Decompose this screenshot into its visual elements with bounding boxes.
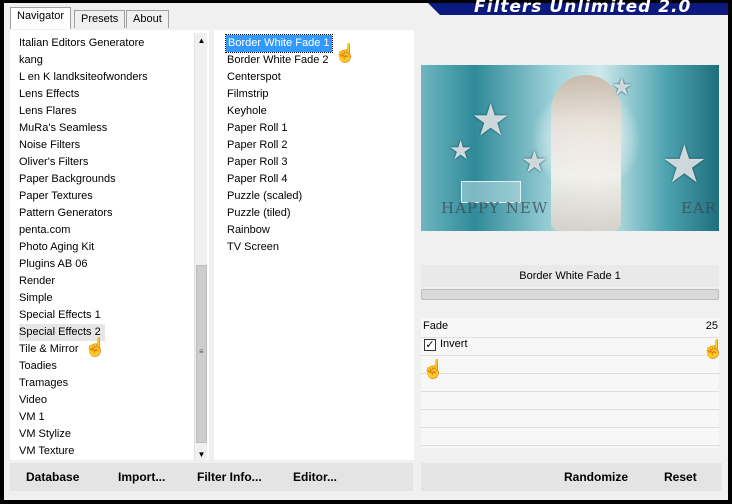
scroll-down-icon[interactable]: ▼ [197,450,206,459]
hand-cursor-icon: ☝ [422,359,445,379]
grip-icon: ≡ [199,347,204,356]
preview-text-right: EAR [681,199,718,217]
invert-label[interactable]: Invert [440,338,468,350]
divider [421,355,719,356]
hand-cursor-icon: ☝ [334,43,357,63]
star-icon: ★ [661,136,708,194]
star-icon: ★ [449,135,473,165]
fade-label: Fade [423,320,449,332]
filter-item[interactable]: Filmstrip [227,86,269,103]
divider [421,391,719,392]
category-item[interactable]: Paper Backgrounds [19,171,116,188]
filter-item[interactable]: Centerspot [227,69,281,86]
progress-bar [421,289,719,300]
scrollbar-thumb[interactable]: ≡ [196,265,207,443]
category-item[interactable]: Video [19,392,47,409]
category-item[interactable]: kang [19,52,43,69]
category-item[interactable]: Paper Textures [19,188,93,205]
category-item[interactable]: VM 1 [19,409,45,426]
category-list[interactable]: Italian Editors Generatore kang L en K lan… [10,30,209,460]
star-icon: ★ [521,146,548,179]
editor-button[interactable]: Editor... [293,470,337,484]
filter-item[interactable]: Border White Fade 1 [225,34,333,53]
filter-item[interactable]: Paper Roll 4 [227,171,288,188]
filters-unlimited-window: Filters Unlimited 2.0 Navigator Presets … [4,0,728,500]
filter-item[interactable]: TV Screen [227,239,279,256]
filter-info-button[interactable]: Filter Info... [197,470,262,484]
filter-item[interactable]: Puzzle (tiled) [227,205,291,222]
category-item[interactable]: Toadies [19,358,57,375]
tab-about[interactable]: About [126,10,169,28]
filter-settings-title: Border White Fade 1 [421,265,719,287]
hand-cursor-icon: ☝ [84,337,107,357]
tab-navigator[interactable]: Navigator [10,7,72,29]
filter-item[interactable]: Paper Roll 2 [227,137,288,154]
category-item[interactable]: Italian Editors Generatore [19,35,144,52]
category-item[interactable]: Pattern Generators [19,205,113,222]
category-item[interactable]: Lens Effects [19,86,79,103]
filter-item[interactable]: Keyhole [227,103,267,120]
category-scrollbar[interactable]: ▲ ≡ ▼ [194,33,207,461]
woman-figure [551,75,621,231]
category-item[interactable]: L en K landksiteofwonders [19,69,148,86]
star-icon: ★ [471,96,511,145]
category-item[interactable]: VM Stylize [19,426,71,443]
category-item[interactable]: Plugins AB 06 [19,256,88,273]
preview-image: ★ ★ ★ ★ ★ HAPPY NEW EAR [421,65,719,231]
scroll-up-icon[interactable]: ▲ [197,36,206,45]
category-item[interactable]: Tile & Mirror [19,341,78,358]
category-item[interactable]: Simple [19,290,53,307]
hand-cursor-icon: ☝ [702,339,725,359]
divider [421,409,719,410]
filter-item[interactable]: Paper Roll 3 [227,154,288,171]
database-button[interactable]: Database [26,470,79,484]
tab-presets[interactable]: Presets [74,10,126,28]
divider [421,427,719,428]
category-item[interactable]: Oliver's Filters [19,154,88,171]
filter-item[interactable]: Border White Fade 2 [227,52,329,69]
fade-value[interactable]: 25 [694,320,718,332]
category-item[interactable]: Noise Filters [19,137,80,154]
preview-text-left: HAPPY NEW [441,199,549,217]
category-item[interactable]: Lens Flares [19,103,76,120]
divider [421,445,719,446]
category-item[interactable]: Special Effects 1 [19,307,101,324]
divider [421,373,719,374]
category-item[interactable]: VM Texture [19,443,74,460]
category-item[interactable]: penta.com [19,222,70,239]
randomize-button[interactable]: Randomize [564,470,628,484]
reset-button[interactable]: Reset [664,470,697,484]
invert-checkbox[interactable]: ✓ [424,339,436,351]
filter-item[interactable]: Puzzle (scaled) [227,188,302,205]
category-item[interactable]: Render [19,273,55,290]
import-button[interactable]: Import... [118,470,165,484]
filter-item[interactable]: Rainbow [227,222,270,239]
app-title: Filters Unlimited 2.0 [474,0,692,17]
category-item[interactable]: Tramages [19,375,68,392]
filter-item[interactable]: Paper Roll 1 [227,120,288,137]
filter-list[interactable]: Border White Fade 1 Border White Fade 2 Ce… [214,30,414,460]
category-item[interactable]: MuRa's Seamless [19,120,107,137]
category-item[interactable]: Photo Aging Kit [19,239,94,256]
